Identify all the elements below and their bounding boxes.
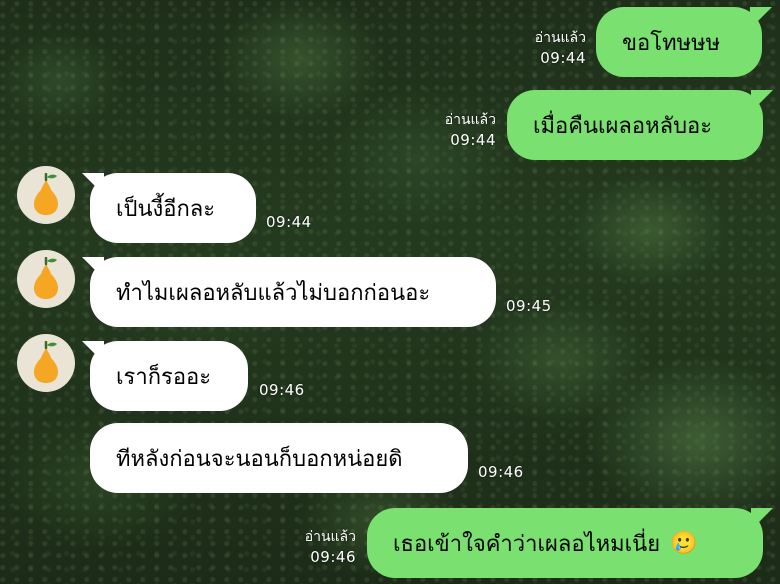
message-time: 09:44 xyxy=(540,49,586,67)
message-text: เมื่อคืนเผลอหลับอะ xyxy=(533,113,713,139)
smiling-tear-emoji: 🥲 xyxy=(670,530,698,556)
read-receipt: อ่านแล้ว 09:46 xyxy=(290,527,356,567)
message-time: 09:46 xyxy=(310,548,356,566)
message-text: ทำไมเผลอหลับแล้วไม่บอกก่อนอะ xyxy=(116,280,431,306)
message-time: 09:44 xyxy=(266,213,312,231)
message-time: 09:46 xyxy=(259,381,305,399)
read-label: อ่านแล้ว xyxy=(444,112,496,128)
message-time: 09:45 xyxy=(506,297,552,315)
message-text: ขอโทษษษ xyxy=(622,30,721,56)
read-label: อ่านแล้ว xyxy=(534,30,586,46)
message-text: ทีหลังก่อนจะนอนก็บอกหน่อยดิ xyxy=(116,446,403,472)
message-bubble-incoming[interactable]: เราก็รออะ xyxy=(90,341,248,411)
message-bubble-incoming[interactable]: ทีหลังก่อนจะนอนก็บอกหน่อยดิ xyxy=(90,423,468,493)
avatar[interactable] xyxy=(17,166,75,224)
bubble-tail xyxy=(751,508,773,530)
bubble-tail xyxy=(750,7,772,29)
bubble-tail xyxy=(751,90,773,112)
message-text: เป็นงี้อีกละ xyxy=(116,196,216,222)
message-time: 09:44 xyxy=(450,131,496,149)
read-receipt: อ่านแล้ว 09:44 xyxy=(430,110,496,150)
message-text: เธอเข้าใจคำว่าเผลอไหมเนี่ย xyxy=(393,531,661,557)
message-text: เราก็รออะ xyxy=(116,364,212,390)
message-time: 09:46 xyxy=(478,463,524,481)
read-label: อ่านแล้ว xyxy=(304,529,356,545)
pear-icon xyxy=(34,173,58,215)
pear-icon xyxy=(34,257,58,299)
read-receipt: อ่านแล้ว 09:44 xyxy=(520,28,586,68)
avatar[interactable] xyxy=(17,250,75,308)
message-bubble-outgoing[interactable]: ขอโทษษษ xyxy=(596,7,762,77)
avatar[interactable] xyxy=(17,334,75,392)
message-bubble-incoming[interactable]: ทำไมเผลอหลับแล้วไม่บอกก่อนอะ xyxy=(90,257,496,327)
message-bubble-outgoing[interactable]: เธอเข้าใจคำว่าเผลอไหมเนี่ย 🥲 xyxy=(367,508,763,578)
pear-icon xyxy=(34,341,58,383)
message-bubble-incoming[interactable]: เป็นงี้อีกละ xyxy=(90,173,256,243)
message-bubble-outgoing[interactable]: เมื่อคืนเผลอหลับอะ xyxy=(507,90,763,160)
